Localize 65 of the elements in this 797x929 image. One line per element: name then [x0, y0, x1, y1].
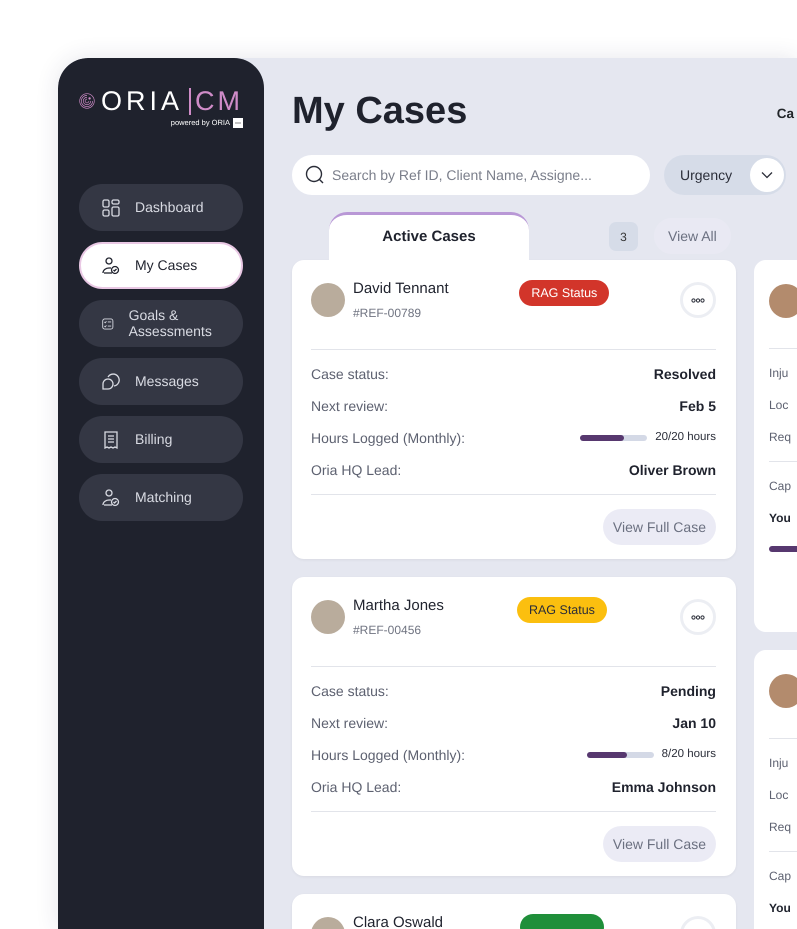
- view-all-button[interactable]: View All: [654, 218, 731, 254]
- field-label: Next review:: [311, 714, 388, 732]
- search-field[interactable]: Search by Ref ID, Client Name, Assigne...: [292, 155, 650, 195]
- more-options-button[interactable]: [680, 282, 716, 318]
- field-label: Next review:: [311, 396, 388, 416]
- avatar-placeholder: [311, 600, 345, 634]
- field-value: Feb 5: [679, 396, 716, 416]
- field-label: Loc: [769, 787, 790, 804]
- field-label: Cap: [769, 478, 792, 495]
- header-text: Ca: [776, 104, 794, 123]
- field-label: Inju: [769, 755, 790, 772]
- person-check-icon: [101, 488, 121, 508]
- field-label: Loc: [769, 397, 790, 414]
- chevron-down-icon: [761, 171, 773, 179]
- field-value: Jan 10: [672, 714, 716, 732]
- client-name: David Tennant: [353, 280, 449, 298]
- field-value: Pending: [660, 682, 716, 701]
- more-options-button[interactable]: [680, 599, 716, 635]
- view-full-case-button[interactable]: View Full Case: [602, 509, 716, 545]
- avatar-placeholder: [311, 283, 345, 317]
- field-value: Resolved: [654, 364, 716, 384]
- tab[interactable]: Active Cases: [329, 212, 529, 260]
- field-value: Oliver Brown: [628, 460, 716, 480]
- hours-reading: 20/20 hours: [655, 430, 716, 446]
- field-value: Emma Johnson: [612, 778, 716, 796]
- field-label: Case status:: [311, 682, 389, 700]
- client-name: Martha Jones: [353, 597, 444, 615]
- rag-status-badge: RAG Status: [516, 597, 607, 623]
- reference-id: #REF-00456: [353, 622, 422, 639]
- sidebar-item[interactable]: My Cases: [79, 242, 243, 290]
- field-label: Oria HQ Lead:: [311, 778, 402, 797]
- count-badge: 3: [609, 222, 638, 251]
- field-value: You: [769, 900, 792, 917]
- field-value: You: [769, 510, 792, 527]
- client-name: Clara Oswald: [353, 914, 444, 929]
- field-label: Cap: [769, 868, 792, 885]
- avatar-placeholder: [769, 284, 797, 318]
- field-label: Case status:: [311, 364, 389, 384]
- field-label: Inju: [769, 365, 790, 382]
- avatar-placeholder: [769, 674, 797, 708]
- sidebar-item[interactable]: Dashboard: [79, 184, 243, 232]
- logo-badge-icon: [233, 118, 243, 128]
- field-label: Hours Logged (Monthly):: [311, 746, 466, 765]
- sidebar-item[interactable]: Matching: [79, 474, 243, 522]
- view-full-case-button[interactable]: View Full Case: [602, 826, 716, 862]
- urgency-dropdown[interactable]: Urgency: [664, 155, 786, 195]
- search-icon: [305, 165, 325, 185]
- field-label: Req: [769, 429, 792, 446]
- more-icon: [690, 614, 705, 620]
- sidebar-item[interactable]: Goals & Assessments: [79, 300, 243, 348]
- grid-icon: [101, 198, 121, 218]
- person-check-icon: [101, 256, 121, 276]
- chat-bubbles-icon: [101, 372, 121, 392]
- hours-reading: 8/20 hours: [662, 747, 716, 762]
- reference-id: #REF-00789: [353, 305, 422, 322]
- logo-suffix: CM: [189, 88, 243, 114]
- field-label: Hours Logged (Monthly):: [311, 428, 466, 448]
- sidebar-item[interactable]: Messages: [79, 358, 243, 406]
- page-title: My Cases: [292, 92, 468, 130]
- field-label: Req: [769, 819, 792, 836]
- rag-status-badge: RAG Status: [519, 280, 610, 306]
- sidebar-item[interactable]: Billing: [79, 416, 243, 464]
- field-label: Oria HQ Lead:: [311, 460, 402, 480]
- more-icon: [691, 298, 705, 302]
- logo-text: ORIA: [100, 88, 183, 114]
